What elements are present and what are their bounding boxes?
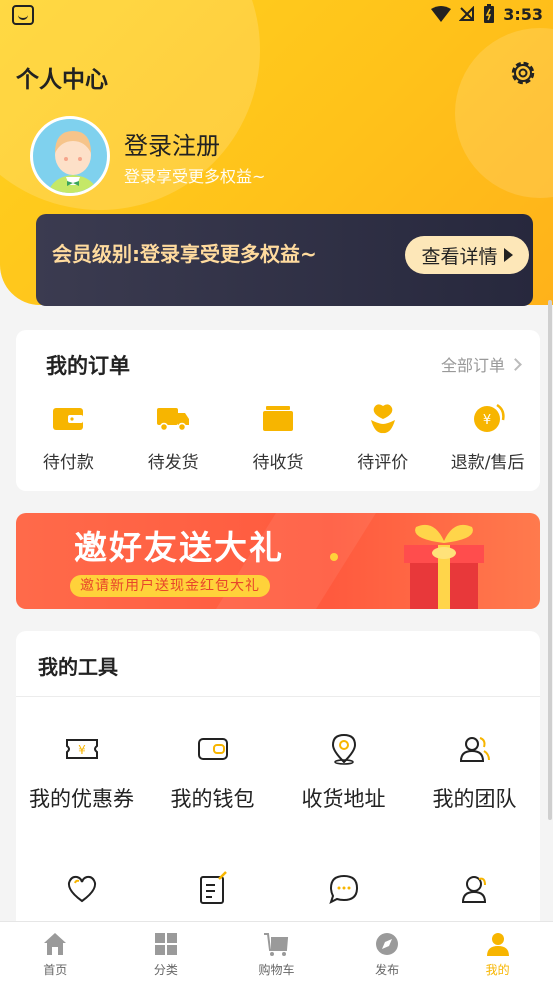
all-orders-link[interactable]: 全部订单: [440, 352, 522, 376]
play-arrow-icon: [503, 248, 513, 262]
view-details-label: 查看详情: [421, 245, 498, 268]
tool-label: 我的优惠券: [29, 787, 134, 811]
settings-gear-icon[interactable]: [508, 58, 538, 88]
orders-title: 我的订单: [46, 354, 130, 378]
truck-icon: [157, 408, 190, 432]
view-details-button[interactable]: 查看详情: [405, 236, 529, 274]
tab-label: 发布: [375, 963, 400, 977]
grid-icon: [154, 933, 177, 955]
bottom-tab-bar: 首页 分类 购物车 发布 我的: [0, 921, 553, 983]
order-label: 待发货: [147, 453, 199, 473]
wallet-icon: [197, 738, 228, 760]
status-bar: 3:53: [0, 0, 553, 30]
order-pending-payment[interactable]: 待付款: [16, 400, 121, 473]
my-tools-card: 我的工具 ¥ 我的优惠券 我的钱包 收货地址 我的团队: [16, 631, 540, 931]
heart-icon: [67, 875, 96, 903]
refund-icon: ¥: [473, 403, 505, 432]
tool-edit[interactable]: [147, 871, 278, 907]
order-label: 待付款: [42, 453, 94, 473]
banner-title: 邀好友送大礼: [74, 528, 284, 567]
tool-label: 我的钱包: [170, 787, 255, 811]
order-label: 待收货: [252, 453, 304, 473]
service-icon: [461, 876, 486, 903]
app-notification-icon: [12, 5, 34, 25]
scrollbar[interactable]: [548, 300, 552, 820]
member-level-text: 会员级别:登录享受更多权益~: [52, 242, 317, 266]
team-icon: [459, 737, 490, 762]
location-icon: [331, 733, 356, 765]
box-icon: [262, 406, 293, 431]
invite-friends-banner[interactable]: 邀好友送大礼 邀请新用户送现金红包大礼: [16, 513, 540, 609]
user-icon: [486, 933, 509, 956]
my-orders-card: 我的订单 全部订单 待付款 待发货 待收货 待评价 ¥ 退款/售后: [16, 330, 540, 491]
tab-label: 我的: [485, 963, 510, 977]
wallet-icon: [53, 408, 84, 430]
all-orders-label: 全部订单: [440, 356, 505, 375]
home-icon: [44, 933, 67, 955]
tool-wallet[interactable]: 我的钱包: [147, 731, 278, 813]
order-pending-receipt[interactable]: 待收货: [226, 400, 331, 473]
tool-coupons[interactable]: ¥ 我的优惠券: [16, 731, 147, 813]
tab-category[interactable]: 分类: [111, 922, 222, 983]
status-time: 3:53: [503, 4, 543, 24]
page-title: 个人中心: [16, 67, 108, 93]
tool-label: 收货地址: [301, 787, 386, 811]
flower-icon: [370, 404, 395, 434]
battery-icon: [484, 4, 495, 23]
chevron-right-icon: [509, 357, 522, 371]
tool-team[interactable]: 我的团队: [409, 731, 540, 813]
order-label: 退款/售后: [450, 453, 525, 473]
svg-text:¥: ¥: [482, 413, 490, 428]
order-label: 待评价: [357, 453, 409, 473]
tab-label: 首页: [43, 963, 68, 977]
tab-mine[interactable]: 我的: [442, 922, 553, 983]
tab-label: 购物车: [258, 963, 295, 977]
svg-text:¥: ¥: [78, 743, 86, 757]
compass-icon: [376, 933, 399, 955]
login-register-link[interactable]: 登录注册: [124, 126, 220, 161]
order-pending-review[interactable]: 待评价: [330, 400, 435, 473]
tab-cart[interactable]: 购物车: [221, 922, 332, 983]
tool-address[interactable]: 收货地址: [278, 731, 409, 813]
order-refund-aftersale[interactable]: ¥ 退款/售后: [435, 400, 540, 473]
order-pending-shipment[interactable]: 待发货: [121, 400, 226, 473]
wifi-icon: [431, 6, 452, 22]
coupon-icon: ¥: [65, 739, 98, 759]
tab-label: 分类: [153, 963, 178, 977]
tools-title: 我的工具: [38, 655, 118, 679]
tool-messages[interactable]: [278, 871, 409, 907]
tool-favorites[interactable]: [16, 871, 147, 907]
tool-label: 我的团队: [432, 787, 517, 811]
tool-customer-service[interactable]: [409, 871, 540, 907]
chat-icon: [328, 874, 358, 904]
no-signal-icon: [459, 6, 475, 21]
tab-publish[interactable]: 发布: [332, 922, 443, 983]
cart-icon: [264, 933, 289, 956]
banner-subtitle: 邀请新用户送现金红包大礼: [70, 575, 270, 597]
tab-home[interactable]: 首页: [0, 922, 111, 983]
edit-icon: [199, 871, 227, 904]
gift-box-icon: [404, 524, 484, 609]
login-subtitle: 登录享受更多权益~: [124, 167, 266, 186]
avatar[interactable]: [30, 116, 110, 196]
member-card: 会员级别:登录享受更多权益~ 查看详情: [36, 214, 533, 306]
